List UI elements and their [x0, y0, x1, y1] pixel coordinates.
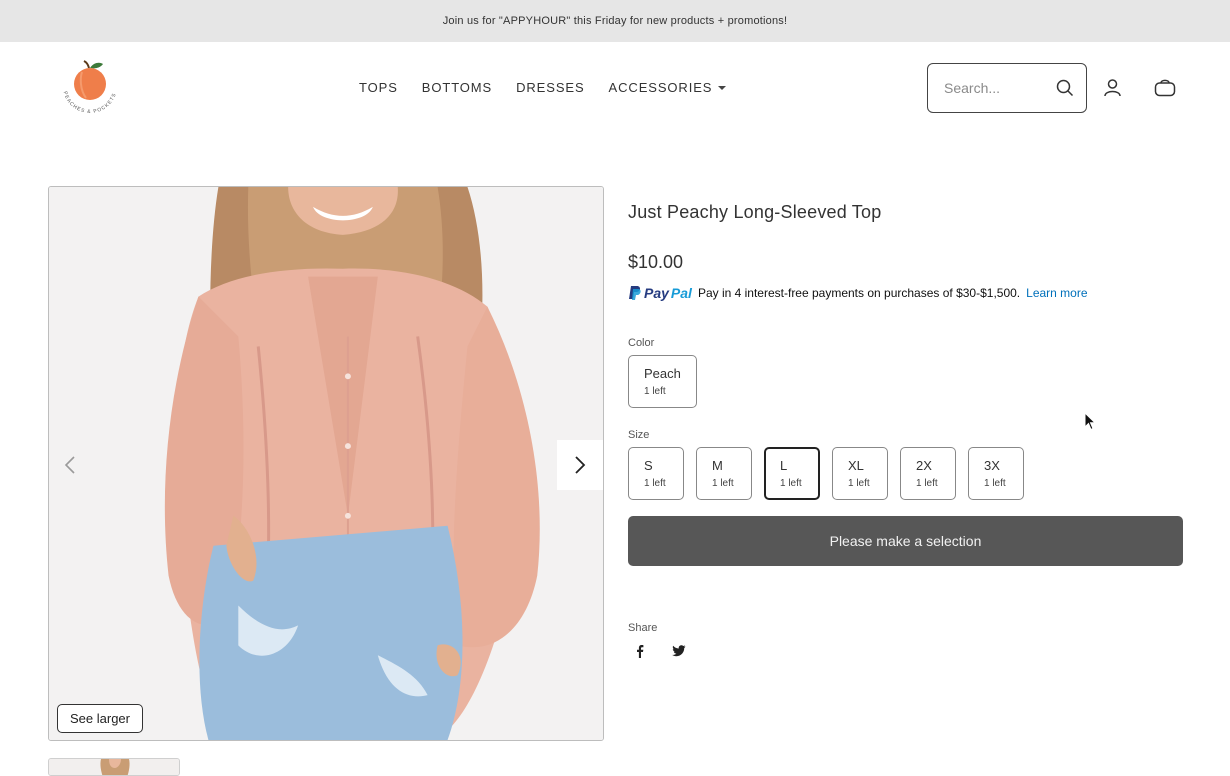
- add-to-cart-button[interactable]: Please make a selection: [628, 516, 1183, 566]
- announcement-text: Join us for "APPYHOUR" this Friday for n…: [442, 15, 788, 27]
- paypal-message: Pay Pal Pay in 4 interest-free payments o…: [628, 285, 1088, 301]
- paypal-icon: [629, 286, 641, 300]
- announcement-bar: Join us for "APPYHOUR" this Friday for n…: [0, 0, 1230, 42]
- nav-accessories[interactable]: ACCESSORIES: [609, 80, 727, 95]
- prev-image-button[interactable]: [57, 445, 83, 485]
- caret-down-icon: [718, 86, 727, 90]
- share-links: [634, 644, 686, 663]
- product-thumbnail[interactable]: [48, 758, 180, 776]
- color-label: Color: [628, 337, 655, 349]
- site-header: PEACHES & POCKETS TOPS BOTTOMS DRESSES A…: [0, 42, 1230, 134]
- search-box[interactable]: [927, 63, 1087, 113]
- search-icon[interactable]: [1056, 79, 1074, 97]
- paypal-text: Pay in 4 interest-free payments on purch…: [697, 286, 1021, 300]
- nav-dresses[interactable]: DRESSES: [516, 80, 584, 95]
- paypal-logo: Pay Pal: [628, 285, 692, 301]
- nav-bottoms[interactable]: BOTTOMS: [422, 80, 492, 95]
- nav-tops[interactable]: TOPS: [359, 80, 398, 95]
- size-option-l[interactable]: L1 left: [764, 447, 820, 500]
- product-photo[interactable]: [49, 187, 603, 740]
- main-nav: TOPS BOTTOMS DRESSES ACCESSORIES: [359, 80, 727, 95]
- next-image-button[interactable]: [557, 440, 603, 490]
- learn-more-link[interactable]: Learn more: [1026, 286, 1087, 300]
- color-option-peach[interactable]: Peach 1 left: [628, 355, 697, 408]
- share-label: Share: [628, 622, 658, 634]
- size-options: S1 left M1 left L1 left XL 1 left 2X 1 lef…: [628, 447, 1024, 500]
- thumbnail-image: [49, 759, 179, 775]
- see-larger-button[interactable]: See larger: [57, 704, 143, 733]
- product-gallery: See larger: [48, 186, 604, 741]
- size-option-xl[interactable]: XL 1 left: [832, 447, 888, 500]
- cart-icon[interactable]: [1154, 78, 1176, 97]
- mouse-cursor-icon: [1084, 411, 1097, 437]
- search-input[interactable]: [944, 80, 1044, 96]
- account-icon[interactable]: [1103, 78, 1122, 97]
- product-price: $10.00: [628, 252, 684, 272]
- size-label: Size: [628, 429, 650, 441]
- chevron-left-icon: [64, 456, 75, 474]
- peach-logo-icon: PEACHES & POCKETS: [62, 60, 117, 115]
- facebook-icon[interactable]: [634, 644, 646, 663]
- store-logo[interactable]: PEACHES & POCKETS: [56, 60, 124, 116]
- chevron-right-icon: [575, 456, 586, 474]
- size-option-2x[interactable]: 2X 1 left: [900, 447, 956, 500]
- size-option-s[interactable]: S1 left: [628, 447, 684, 500]
- product-title: Just Peachy Long-Sleeved Top: [628, 202, 882, 222]
- size-option-m[interactable]: M1 left: [696, 447, 752, 500]
- size-option-3x[interactable]: 3X 1 left: [968, 447, 1024, 500]
- twitter-icon[interactable]: [672, 644, 686, 663]
